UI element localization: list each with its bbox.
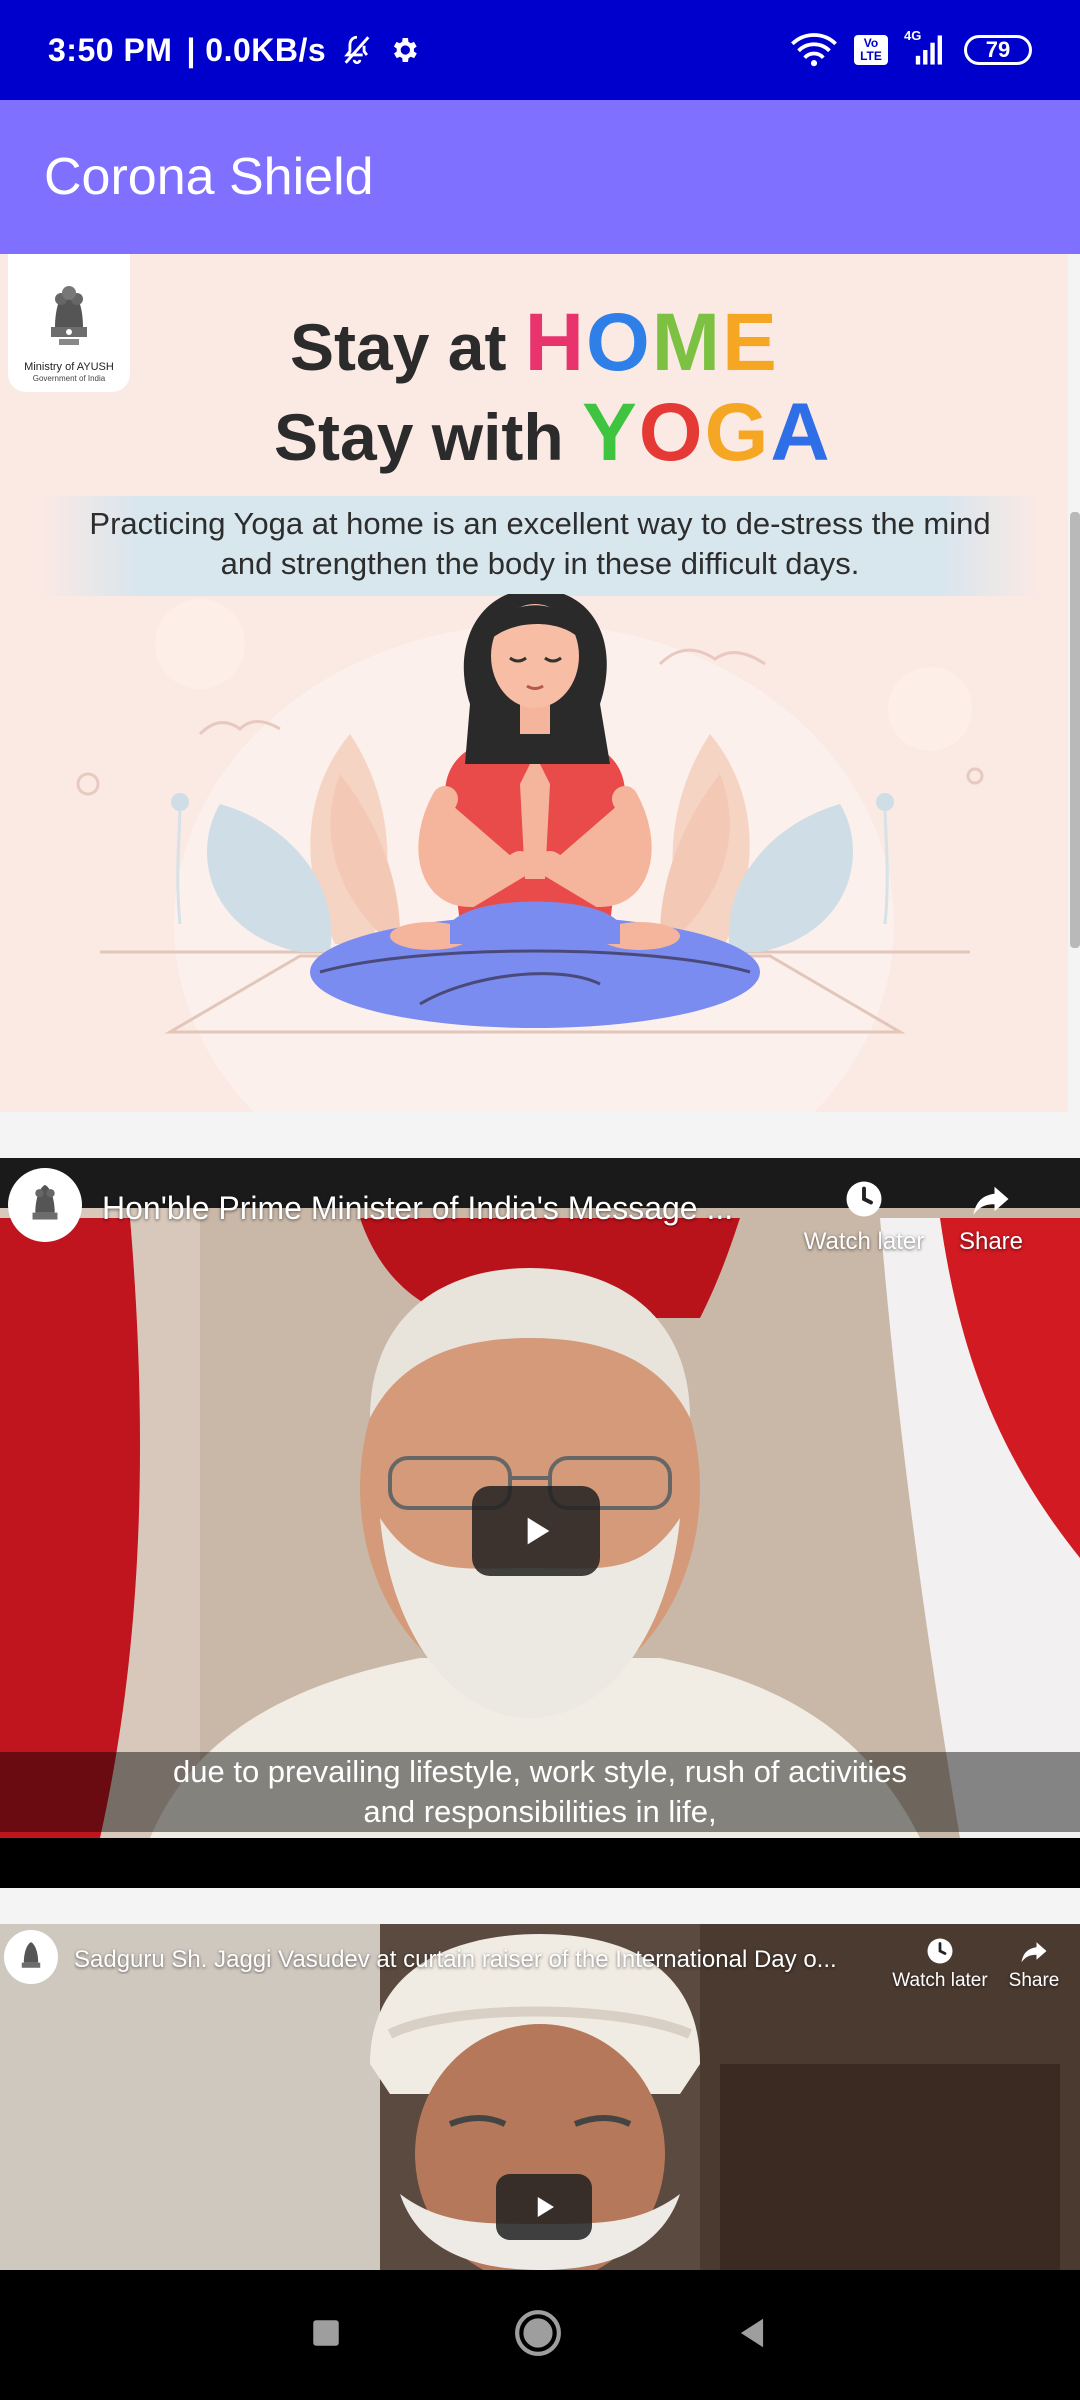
scrollbar[interactable] xyxy=(1070,512,1080,948)
navigation-bar xyxy=(0,2270,1080,2400)
home-letter: E xyxy=(722,297,779,388)
yoga-poster: Ministry of AYUSH Government of India St… xyxy=(0,254,1068,1112)
yoga-woman-illustration xyxy=(76,594,984,1112)
back-triangle-icon xyxy=(740,2318,764,2347)
emblem-icon xyxy=(21,1942,41,1968)
network-type: 4G xyxy=(904,28,922,43)
home-letter: M xyxy=(651,297,723,388)
play-button[interactable] xyxy=(496,2174,592,2240)
video-title[interactable]: Sadguru Sh. Jaggi Vasudev at curtain rai… xyxy=(74,1946,874,1974)
battery-level: 79 xyxy=(985,37,1011,62)
poster-heading-home: Stay at HOME xyxy=(290,296,779,390)
yoga-letter: Y xyxy=(582,387,639,478)
share-label: Share xyxy=(1008,1970,1060,1991)
watch-later-label: Watch later xyxy=(892,1970,988,1991)
play-icon xyxy=(537,2197,554,2217)
bell-off-icon xyxy=(340,33,374,67)
channel-avatar[interactable] xyxy=(4,1930,58,1984)
home-button[interactable] xyxy=(513,2308,563,2363)
back-button[interactable] xyxy=(733,2314,771,2357)
status-bar: 3:50 PM | 0.0KB/s Vo LTE 4G 79 xyxy=(0,0,1080,100)
watch-later-button[interactable]: Watch later xyxy=(794,1178,934,1256)
watch-later-label: Watch later xyxy=(803,1228,925,1255)
video-caption: due to prevailing lifestyle, work style,… xyxy=(0,1752,1080,1832)
video-player-pm-message[interactable]: Hon'ble Prime Minister of India's Messag… xyxy=(0,1158,1080,1888)
app-bar: Corona Shield xyxy=(0,100,1080,254)
caption-line1: due to prevailing lifestyle, work style,… xyxy=(173,1754,907,1789)
channel-avatar[interactable] xyxy=(8,1168,82,1242)
gear-icon xyxy=(388,34,420,66)
recents-button[interactable] xyxy=(309,2316,343,2355)
play-icon xyxy=(527,1517,550,1545)
video-player-sadguru[interactable]: Sadguru Sh. Jaggi Vasudev at curtain rai… xyxy=(0,1924,1080,2270)
network-speed: | 0.0KB/s xyxy=(186,31,327,68)
app-title: Corona Shield xyxy=(44,148,374,206)
logo-line2: Government of India xyxy=(32,374,106,383)
share-arrow-icon xyxy=(1021,1942,1047,1963)
circle-icon xyxy=(515,2309,561,2356)
status-time: 3:50 PM xyxy=(48,31,173,68)
share-button[interactable]: Share xyxy=(1000,1936,1068,1992)
share-arrow-icon xyxy=(973,1186,1009,1215)
share-label: Share xyxy=(958,1228,1024,1255)
video-title[interactable]: Hon'ble Prime Minister of India's Messag… xyxy=(102,1190,772,1227)
yoga-letter: A xyxy=(770,387,832,478)
heading2-prefix: Stay with xyxy=(274,400,583,474)
play-button[interactable] xyxy=(472,1486,600,1576)
poster-heading-yoga: Stay with YOGA xyxy=(274,386,832,480)
heading1-prefix: Stay at xyxy=(290,310,525,384)
square-icon xyxy=(313,2319,339,2346)
watch-later-button[interactable]: Watch later xyxy=(888,1936,992,1992)
volte-bottom: LTE xyxy=(860,49,882,63)
home-letter: H xyxy=(524,297,586,388)
wifi-icon xyxy=(790,33,838,67)
home-letter: O xyxy=(586,297,652,388)
logo-line1: Ministry of AYUSH xyxy=(24,361,114,373)
battery-icon: 79 xyxy=(964,35,1032,65)
clock-icon xyxy=(846,1181,882,1217)
ayush-logo: Ministry of AYUSH Government of India xyxy=(8,254,130,392)
yoga-letter: G xyxy=(704,387,771,478)
emblem-icon xyxy=(32,1184,58,1220)
content-scroll[interactable]: Ministry of AYUSH Government of India St… xyxy=(0,254,1080,2270)
volte-icon: Vo LTE xyxy=(854,35,888,65)
signal-icon: 4G xyxy=(904,28,948,66)
poster-tagline: Practicing Yoga at home is an excellent … xyxy=(89,506,991,581)
share-button[interactable]: Share xyxy=(946,1178,1036,1256)
caption-line2: and responsibilities in life, xyxy=(363,1794,717,1829)
yoga-letter: O xyxy=(638,387,705,478)
screen: 3:50 PM | 0.0KB/s Vo LTE 4G 79 Corona Sh… xyxy=(0,0,1080,2400)
clock-icon xyxy=(927,1938,953,1964)
emblem-icon xyxy=(51,286,87,345)
